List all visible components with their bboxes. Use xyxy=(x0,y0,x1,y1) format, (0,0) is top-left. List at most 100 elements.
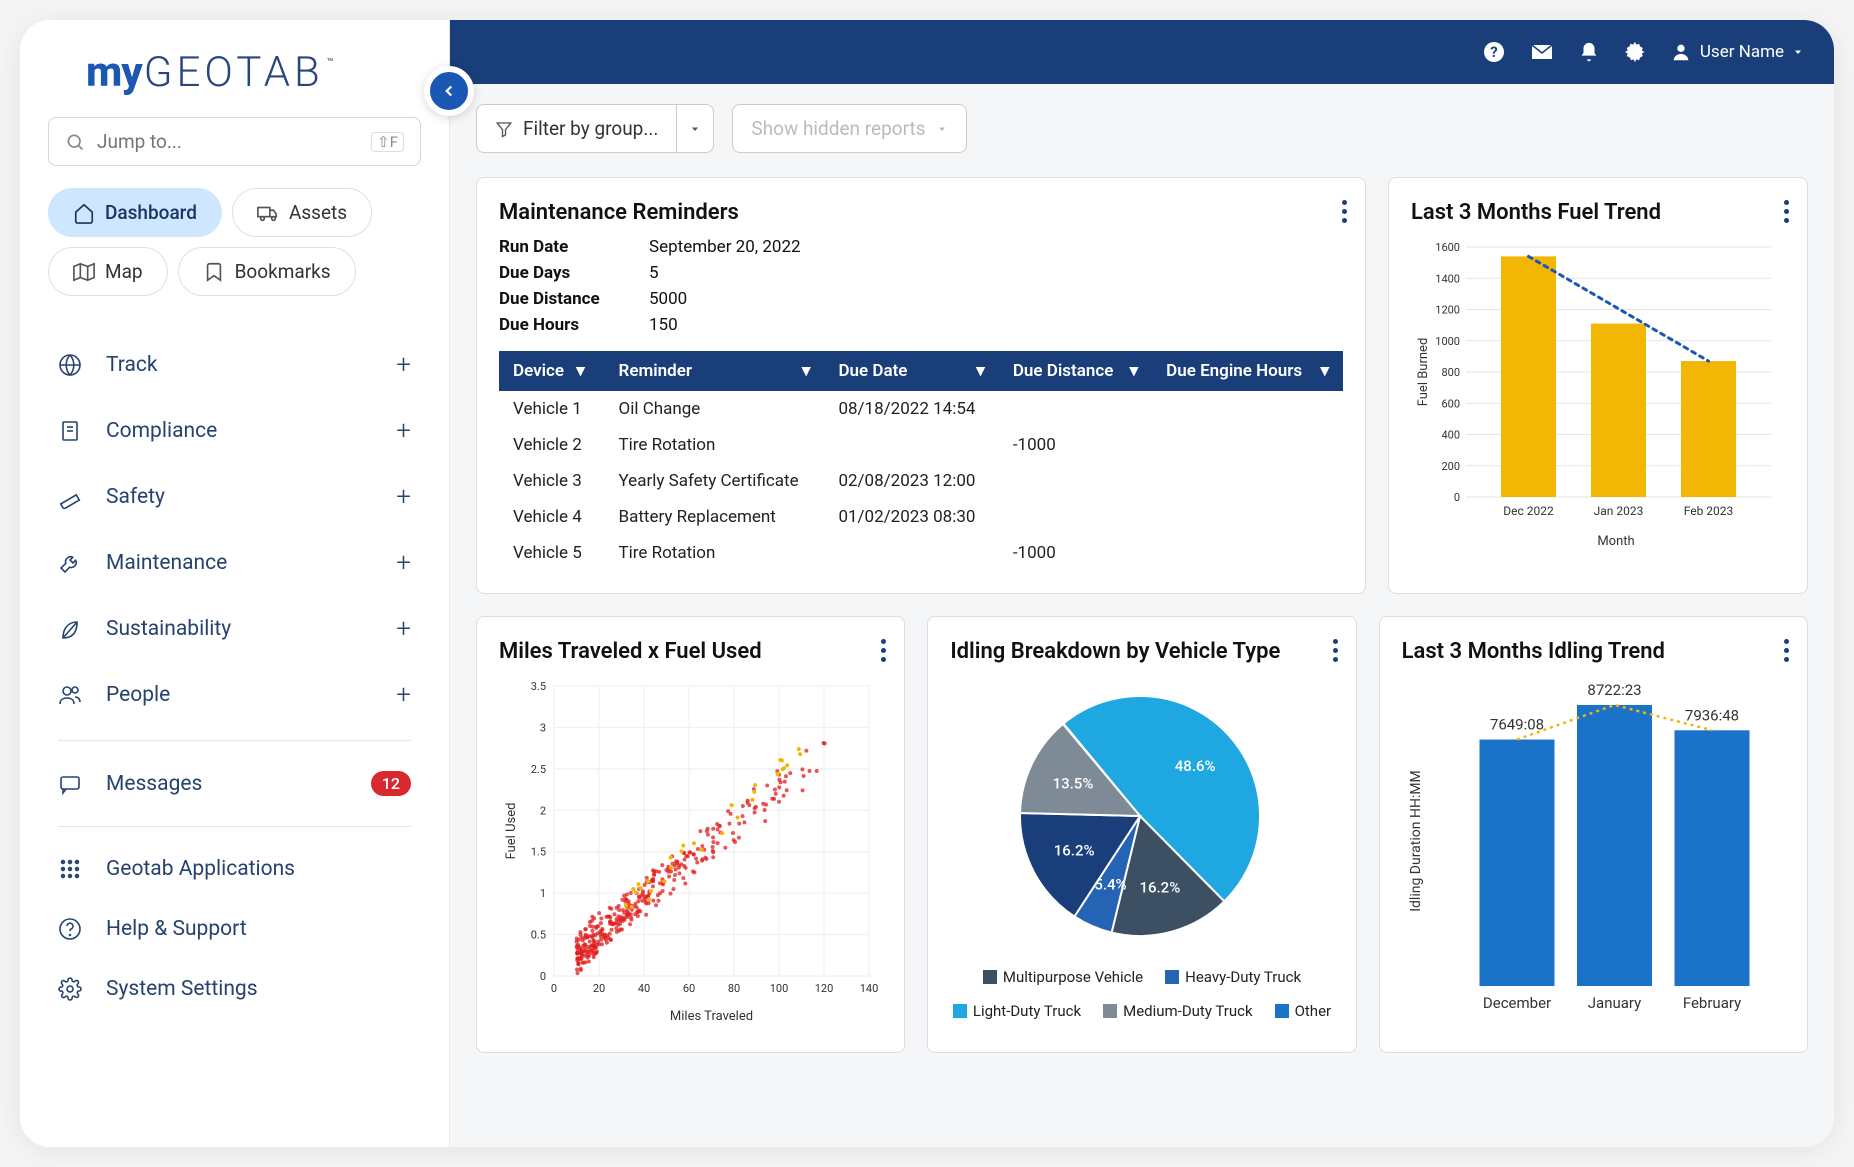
clipboard-icon xyxy=(58,419,82,443)
card-title: Maintenance Reminders xyxy=(499,200,1343,225)
nav-settings[interactable]: System Settings xyxy=(48,959,421,1019)
svg-text:60: 60 xyxy=(683,982,695,995)
dashboard-grid: Maintenance Reminders Run DateSeptember … xyxy=(450,173,1834,1147)
svg-text:8722:23: 8722:23 xyxy=(1587,681,1641,699)
user-icon xyxy=(1670,41,1692,63)
nav-help[interactable]: Help & Support xyxy=(48,899,421,959)
table-cell: Battery Replacement xyxy=(605,499,825,535)
svg-text:80: 80 xyxy=(728,982,740,995)
nav-label: Compliance xyxy=(106,419,217,443)
table-row[interactable]: Vehicle 3Yearly Safety Certificate02/08/… xyxy=(499,463,1343,499)
expand-icon: + xyxy=(396,614,411,644)
table-row[interactable]: Vehicle 1Oil Change08/18/2022 14:54 xyxy=(499,391,1343,427)
idling-trend-chart: 7649:08December8722:23January7936:48Febr… xyxy=(1402,676,1782,1026)
nav-people[interactable]: People+ xyxy=(48,662,421,728)
pill-map[interactable]: Map xyxy=(48,247,168,296)
collapse-sidebar-button[interactable] xyxy=(424,66,474,116)
truck-icon xyxy=(257,202,279,224)
legend-item: Heavy-Duty Truck xyxy=(1165,968,1301,986)
table-cell xyxy=(824,535,998,571)
legend-label: Medium-Duty Truck xyxy=(1123,1002,1252,1020)
nav-applications[interactable]: Geotab Applications xyxy=(48,839,421,899)
svg-text:1.5: 1.5 xyxy=(531,846,546,859)
col-duedate[interactable]: Due Date ▾ xyxy=(824,351,998,391)
legend-item: Light-Duty Truck xyxy=(953,1002,1081,1020)
messages-badge: 12 xyxy=(371,771,411,796)
filter-label: Filter by group... xyxy=(523,117,658,140)
search-shortcut: ⇧F xyxy=(371,132,404,152)
search-input[interactable] xyxy=(97,130,371,153)
pill-bookmarks[interactable]: Bookmarks xyxy=(178,247,356,296)
svg-text:Fuel Used: Fuel Used xyxy=(504,803,519,860)
pill-dashboard[interactable]: Dashboard xyxy=(48,188,222,237)
legend-item: Other xyxy=(1275,1002,1332,1020)
svg-text:1400: 1400 xyxy=(1435,272,1460,285)
people-icon xyxy=(58,683,82,707)
filter-group: Filter by group... xyxy=(476,104,714,153)
show-hidden-reports-button[interactable]: Show hidden reports xyxy=(732,104,966,153)
svg-text:120: 120 xyxy=(815,982,834,995)
nav-messages[interactable]: Messages12 xyxy=(48,753,421,814)
pill-assets[interactable]: Assets xyxy=(232,188,372,237)
legend-label: Multipurpose Vehicle xyxy=(1003,968,1143,986)
table-row[interactable]: Vehicle 2Tire Rotation-1000 xyxy=(499,427,1343,463)
col-device[interactable]: Device ▾ xyxy=(499,351,605,391)
table-cell xyxy=(1152,499,1343,535)
wrench-icon xyxy=(58,551,82,575)
search-input-container[interactable]: ⇧F xyxy=(48,117,421,166)
mail-button[interactable] xyxy=(1530,40,1554,64)
filter-dropdown-toggle[interactable] xyxy=(677,104,714,153)
card-menu-button[interactable] xyxy=(1333,639,1338,662)
logo-tm: ™ xyxy=(327,56,334,69)
svg-text:Idling Duration HH:MM: Idling Duration HH:MM xyxy=(1408,770,1424,912)
svg-text:2: 2 xyxy=(540,804,546,817)
nav-track[interactable]: Track+ xyxy=(48,332,421,398)
expand-icon: + xyxy=(396,548,411,578)
scatter-chart: 02040608010012014000.511.522.533.5Miles … xyxy=(499,676,879,1026)
pill-label: Dashboard xyxy=(105,201,197,224)
settings-button[interactable] xyxy=(1624,41,1646,63)
svg-text:140: 140 xyxy=(860,982,879,995)
svg-text:800: 800 xyxy=(1441,366,1460,379)
svg-text:7936:48: 7936:48 xyxy=(1685,706,1739,724)
nav-maintenance[interactable]: Maintenance+ xyxy=(48,530,421,596)
user-menu[interactable]: User Name xyxy=(1670,41,1804,63)
meta-val: September 20, 2022 xyxy=(649,237,1343,257)
table-cell: -1000 xyxy=(999,535,1152,571)
idling-trend-card: Last 3 Months Idling Trend 7649:08Decemb… xyxy=(1379,616,1808,1053)
chevron-left-icon xyxy=(440,82,458,100)
col-reminder[interactable]: Reminder ▾ xyxy=(605,351,825,391)
col-duehours[interactable]: Due Engine Hours ▾ xyxy=(1152,351,1343,391)
help-button[interactable]: ? xyxy=(1482,40,1506,64)
gear-icon xyxy=(58,977,82,1001)
card-menu-button[interactable] xyxy=(1784,639,1789,662)
nav-sustainability[interactable]: Sustainability+ xyxy=(48,596,421,662)
nav-safety[interactable]: Safety+ xyxy=(48,464,421,530)
pill-label: Bookmarks xyxy=(235,260,331,283)
col-duedist[interactable]: Due Distance ▾ xyxy=(999,351,1152,391)
svg-text:13.5%: 13.5% xyxy=(1053,775,1094,793)
svg-text:1600: 1600 xyxy=(1435,241,1460,254)
card-title: Idling Breakdown by Vehicle Type xyxy=(950,639,1333,664)
legend-swatch xyxy=(953,1004,967,1018)
main: ? User Name Filter by group... Show hidd… xyxy=(450,20,1834,1147)
nav-pills: Dashboard Assets Map Bookmarks xyxy=(48,188,421,296)
card-title: Last 3 Months Idling Trend xyxy=(1402,639,1785,664)
table-cell xyxy=(1152,391,1343,427)
divider xyxy=(58,740,411,741)
card-menu-button[interactable] xyxy=(881,639,886,662)
pill-label: Assets xyxy=(289,201,347,224)
nav-compliance[interactable]: Compliance+ xyxy=(48,398,421,464)
table-row[interactable]: Vehicle 4Battery Replacement01/02/2023 0… xyxy=(499,499,1343,535)
bell-button[interactable] xyxy=(1578,41,1600,63)
svg-text:7649:08: 7649:08 xyxy=(1490,716,1544,734)
filter-by-group-button[interactable]: Filter by group... xyxy=(476,104,677,153)
card-menu-button[interactable] xyxy=(1784,200,1789,223)
user-name: User Name xyxy=(1700,42,1784,62)
svg-text:16.2%: 16.2% xyxy=(1054,842,1095,860)
svg-text:3.5: 3.5 xyxy=(531,680,546,693)
card-menu-button[interactable] xyxy=(1342,200,1347,223)
table-row[interactable]: Vehicle 5Tire Rotation-1000 xyxy=(499,535,1343,571)
legend-swatch xyxy=(1103,1004,1117,1018)
help-icon xyxy=(58,917,82,941)
